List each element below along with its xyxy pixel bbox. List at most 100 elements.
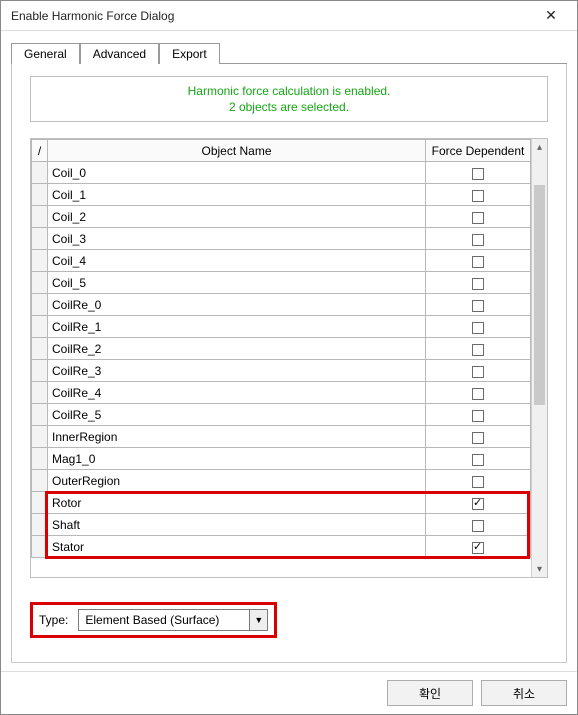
object-name-cell[interactable]: CoilRe_4 [48, 382, 426, 404]
object-name-cell[interactable]: Coil_5 [48, 272, 426, 294]
force-dependent-checkbox[interactable] [472, 476, 484, 488]
force-dependent-checkbox[interactable] [472, 498, 484, 510]
table-row[interactable]: CoilRe_3 [32, 360, 531, 382]
scroll-thumb[interactable] [534, 185, 545, 405]
row-header-cell[interactable] [32, 206, 48, 228]
force-dependent-cell[interactable] [426, 162, 531, 184]
force-dependent-cell[interactable] [426, 250, 531, 272]
force-dependent-cell[interactable] [426, 338, 531, 360]
force-dependent-cell[interactable] [426, 294, 531, 316]
object-name-cell[interactable]: CoilRe_2 [48, 338, 426, 360]
table-row[interactable]: CoilRe_1 [32, 316, 531, 338]
row-header-cell[interactable] [32, 470, 48, 492]
row-header-cell[interactable] [32, 250, 48, 272]
tab-export[interactable]: Export [159, 43, 220, 64]
table-row[interactable]: Coil_1 [32, 184, 531, 206]
force-dependent-checkbox[interactable] [472, 388, 484, 400]
row-header-cell[interactable] [32, 294, 48, 316]
tab-general[interactable]: General [11, 43, 80, 64]
object-name-cell[interactable]: CoilRe_0 [48, 294, 426, 316]
row-header-cell[interactable] [32, 492, 48, 514]
row-header-cell[interactable] [32, 162, 48, 184]
force-dependent-checkbox[interactable] [472, 432, 484, 444]
object-name-cell[interactable]: CoilRe_5 [48, 404, 426, 426]
row-header-cell[interactable] [32, 536, 48, 558]
row-header-cell[interactable] [32, 228, 48, 250]
force-dependent-checkbox[interactable] [472, 212, 484, 224]
force-dependent-cell[interactable] [426, 404, 531, 426]
force-dependent-checkbox[interactable] [472, 234, 484, 246]
row-header-cell[interactable] [32, 426, 48, 448]
table-header-dependent[interactable]: Force Dependent [426, 140, 531, 162]
tab-advanced[interactable]: Advanced [80, 43, 159, 64]
object-name-cell[interactable]: Coil_4 [48, 250, 426, 272]
row-header-cell[interactable] [32, 382, 48, 404]
type-select[interactable]: Element Based (Surface) ▼ [78, 609, 268, 631]
force-dependent-checkbox[interactable] [472, 322, 484, 334]
table-row[interactable]: Mag1_0 [32, 448, 531, 470]
row-header-cell[interactable] [32, 404, 48, 426]
close-icon[interactable]: ✕ [531, 4, 571, 28]
object-name-cell[interactable]: InnerRegion [48, 426, 426, 448]
force-dependent-cell[interactable] [426, 272, 531, 294]
force-dependent-cell[interactable] [426, 536, 531, 558]
table-row[interactable]: Coil_4 [32, 250, 531, 272]
force-dependent-checkbox[interactable] [472, 542, 484, 554]
object-name-cell[interactable]: CoilRe_1 [48, 316, 426, 338]
force-dependent-cell[interactable] [426, 514, 531, 536]
table-header-corner[interactable]: / [32, 140, 48, 162]
force-dependent-cell[interactable] [426, 382, 531, 404]
force-dependent-checkbox[interactable] [472, 256, 484, 268]
force-dependent-checkbox[interactable] [472, 410, 484, 422]
object-name-cell[interactable]: Coil_1 [48, 184, 426, 206]
object-name-cell[interactable]: Coil_0 [48, 162, 426, 184]
table-row[interactable]: Stator [32, 536, 531, 558]
row-header-cell[interactable] [32, 184, 48, 206]
force-dependent-checkbox[interactable] [472, 344, 484, 356]
row-header-cell[interactable] [32, 360, 48, 382]
scroll-track[interactable] [532, 155, 547, 561]
force-dependent-cell[interactable] [426, 184, 531, 206]
force-dependent-cell[interactable] [426, 206, 531, 228]
row-header-cell[interactable] [32, 514, 48, 536]
table-header-object[interactable]: Object Name [48, 140, 426, 162]
table-row[interactable]: Rotor [32, 492, 531, 514]
object-name-cell[interactable]: Mag1_0 [48, 448, 426, 470]
chevron-down-icon[interactable]: ▼ [249, 610, 267, 630]
table-row[interactable]: Coil_5 [32, 272, 531, 294]
object-name-cell[interactable]: Coil_2 [48, 206, 426, 228]
row-header-cell[interactable] [32, 448, 48, 470]
object-name-cell[interactable]: Rotor [48, 492, 426, 514]
cancel-button[interactable]: 취소 [481, 680, 567, 706]
object-name-cell[interactable]: Coil_3 [48, 228, 426, 250]
row-header-cell[interactable] [32, 338, 48, 360]
table-row[interactable]: OuterRegion [32, 470, 531, 492]
force-dependent-checkbox[interactable] [472, 454, 484, 466]
table-row[interactable]: Shaft [32, 514, 531, 536]
row-header-cell[interactable] [32, 316, 48, 338]
force-dependent-checkbox[interactable] [472, 168, 484, 180]
force-dependent-checkbox[interactable] [472, 520, 484, 532]
table-row[interactable]: Coil_0 [32, 162, 531, 184]
table-row[interactable]: CoilRe_0 [32, 294, 531, 316]
row-header-cell[interactable] [32, 272, 48, 294]
force-dependent-cell[interactable] [426, 228, 531, 250]
object-name-cell[interactable]: Shaft [48, 514, 426, 536]
ok-button[interactable]: 확인 [387, 680, 473, 706]
force-dependent-checkbox[interactable] [472, 300, 484, 312]
force-dependent-cell[interactable] [426, 492, 531, 514]
force-dependent-checkbox[interactable] [472, 366, 484, 378]
force-dependent-cell[interactable] [426, 316, 531, 338]
scroll-down-icon[interactable]: ▾ [532, 561, 547, 577]
table-row[interactable]: CoilRe_5 [32, 404, 531, 426]
force-dependent-cell[interactable] [426, 426, 531, 448]
table-row[interactable]: CoilRe_2 [32, 338, 531, 360]
force-dependent-cell[interactable] [426, 470, 531, 492]
table-row[interactable]: InnerRegion [32, 426, 531, 448]
force-dependent-cell[interactable] [426, 448, 531, 470]
object-name-cell[interactable]: CoilRe_3 [48, 360, 426, 382]
scroll-up-icon[interactable]: ▴ [532, 139, 547, 155]
force-dependent-checkbox[interactable] [472, 190, 484, 202]
object-name-cell[interactable]: OuterRegion [48, 470, 426, 492]
table-row[interactable]: Coil_3 [32, 228, 531, 250]
